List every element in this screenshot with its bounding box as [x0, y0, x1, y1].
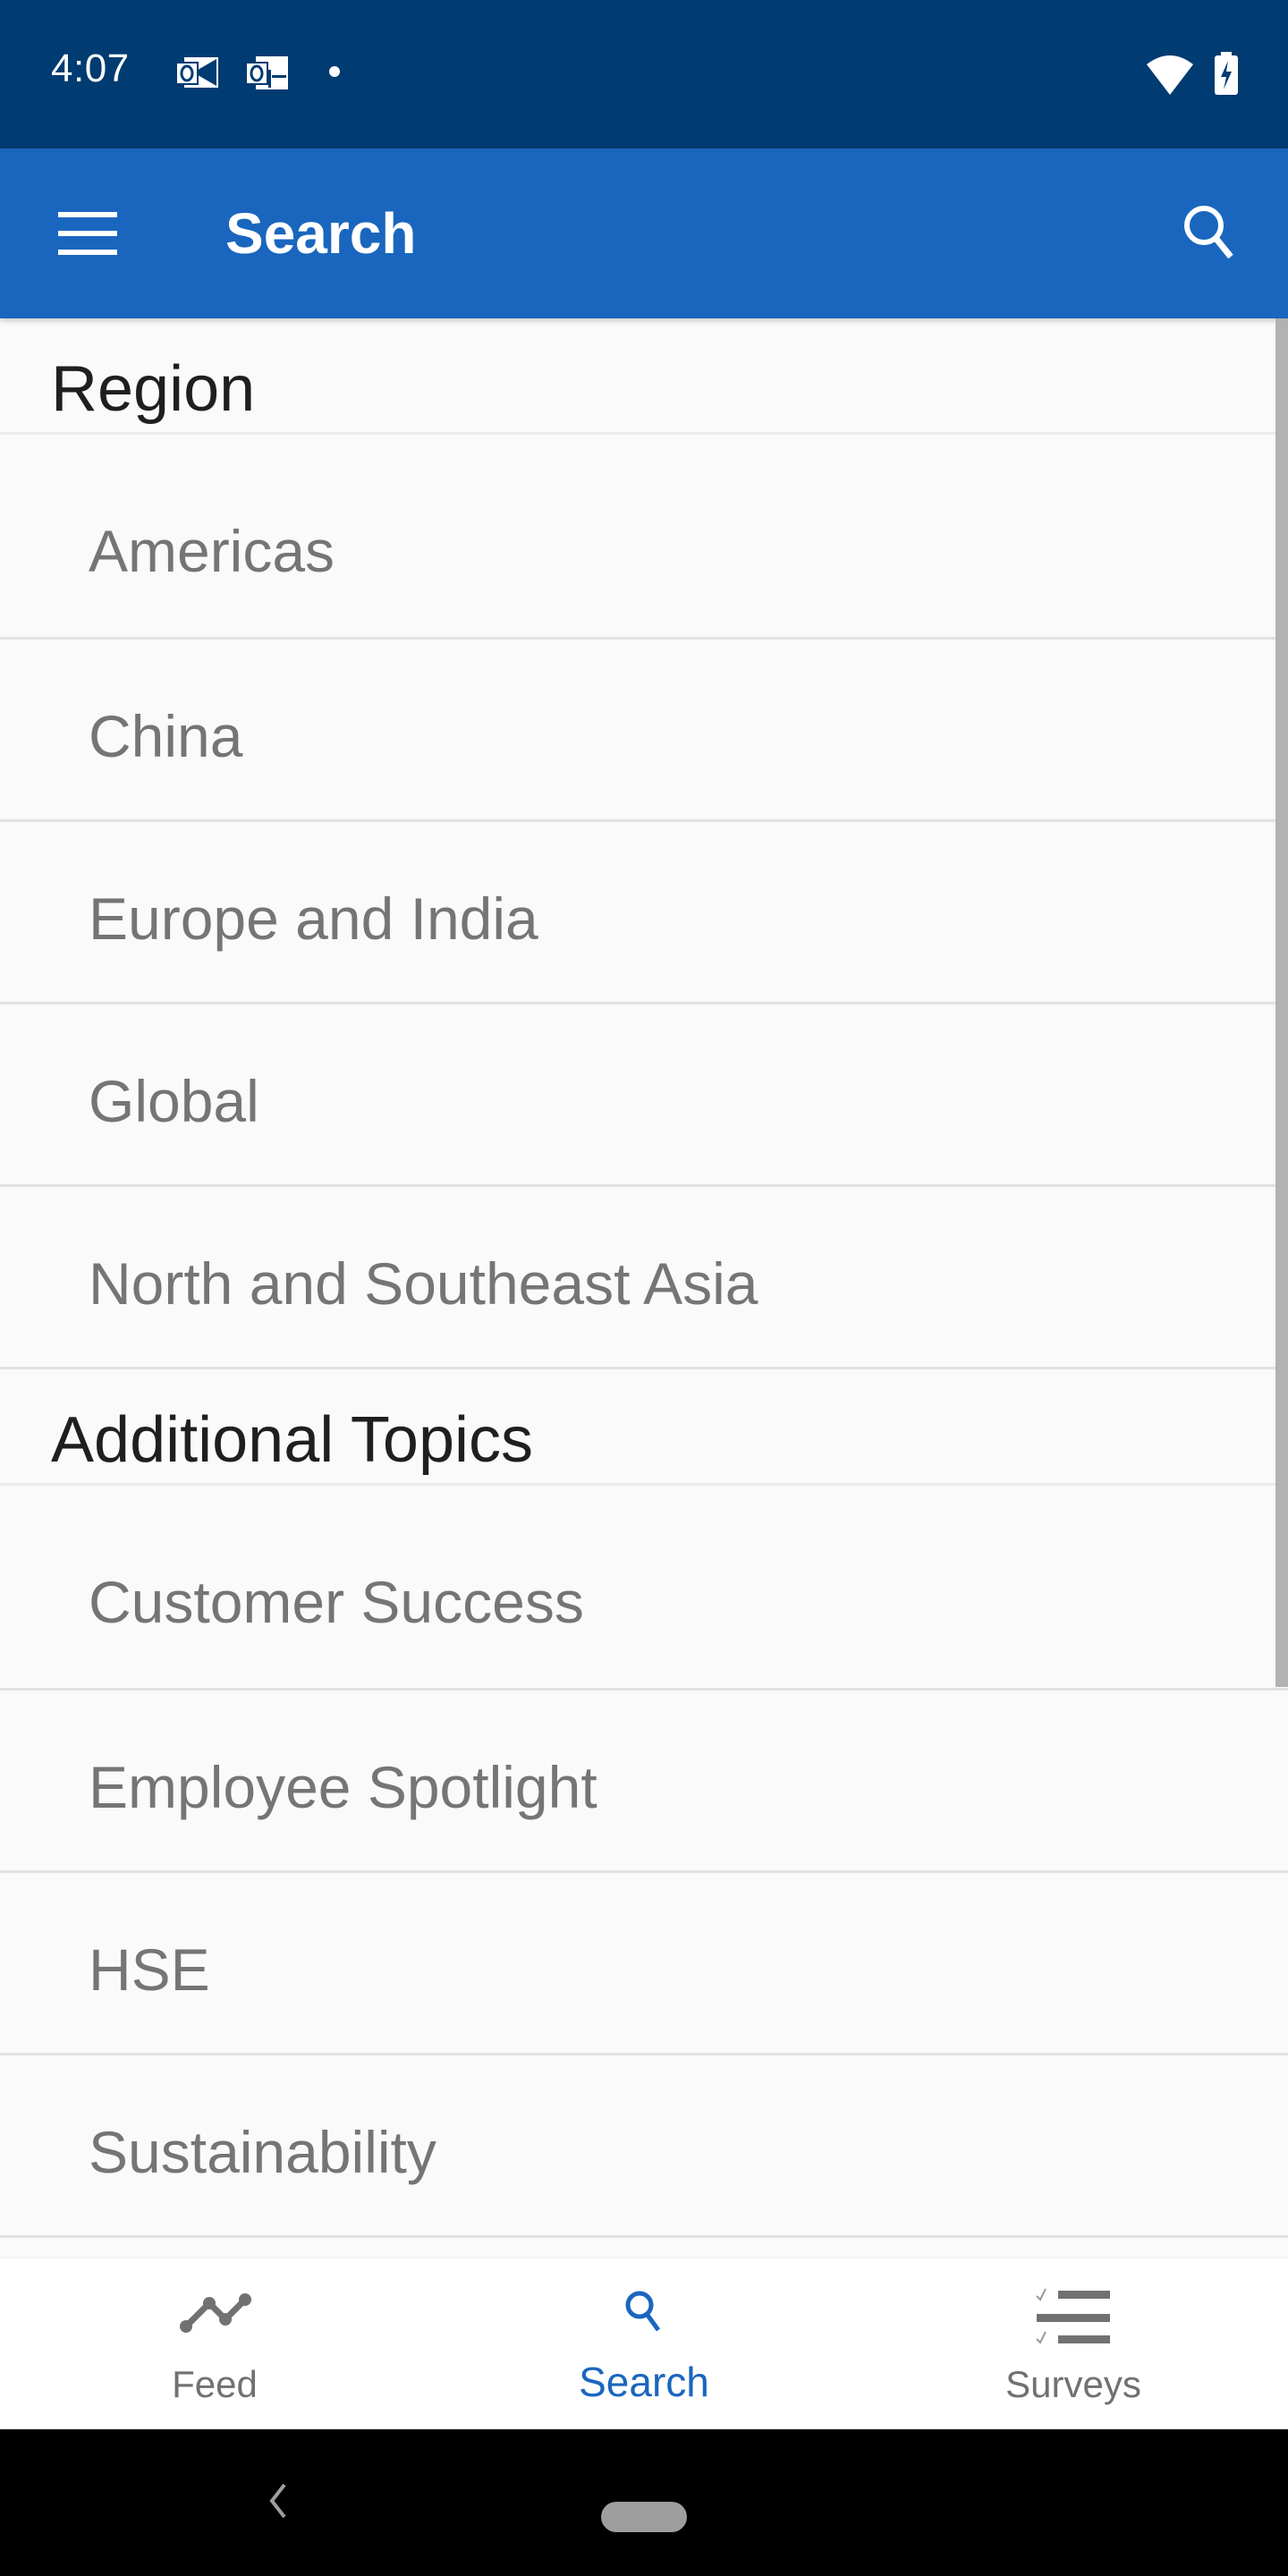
list-item-europe-and-india[interactable]: Europe and India [0, 822, 1288, 1004]
tab-search[interactable]: Search [429, 2258, 859, 2429]
back-chevron-icon [269, 2483, 286, 2519]
outlook-mail-icon [175, 57, 218, 88]
list-item-label: China [89, 703, 243, 769]
search-button[interactable] [1172, 193, 1252, 274]
list-item-label: Americas [89, 518, 335, 584]
list-item-global[interactable]: Global [0, 1004, 1288, 1187]
list-item-sustainability[interactable]: Sustainability [0, 2055, 1288, 2238]
list-item-customer-success[interactable]: Customer Success [0, 1486, 1288, 1690]
wifi-icon [1147, 55, 1193, 95]
bottom-navigation: Feed Search Surveys [0, 2258, 1288, 2429]
list-item-north-and-southeast-asia[interactable]: North and Southeast Asia [0, 1187, 1288, 1369]
status-bar: 4:07 [0, 0, 1288, 148]
section-title: Additional Topics [51, 1404, 534, 1476]
back-button[interactable] [259, 2474, 295, 2528]
tab-surveys[interactable]: Surveys [859, 2258, 1288, 2429]
list-item-americas[interactable]: Americas [0, 435, 1288, 640]
tab-label: Feed [172, 2363, 258, 2405]
tab-feed[interactable]: Feed [0, 2258, 429, 2429]
section-header-region: Region [0, 318, 1288, 435]
page-title: Search [225, 201, 417, 266]
app-bar: Search [0, 148, 1288, 318]
list-item-label: Global [89, 1068, 259, 1134]
list-item-employee-spotlight[interactable]: Employee Spotlight [0, 1690, 1288, 1873]
section-header-additional-topics: Additional Topics [0, 1369, 1288, 1486]
list-item-china[interactable]: China [0, 640, 1288, 822]
tab-label: Surveys [1005, 2363, 1141, 2405]
list-item-label: Customer Success [89, 1569, 584, 1635]
notification-dot-icon [329, 66, 340, 77]
menu-button[interactable] [43, 193, 132, 274]
list-item-label: Europe and India [89, 886, 538, 952]
search-icon [625, 2291, 661, 2332]
list-item-label: Sustainability [89, 2119, 436, 2185]
outlook-calendar-icon [245, 56, 288, 89]
search-icon [1184, 206, 1233, 259]
list-item-hse[interactable]: HSE [0, 1873, 1288, 2055]
trend-line-icon [180, 2293, 251, 2333]
list-item-label: North and Southeast Asia [89, 1250, 758, 1317]
battery-charging-icon [1215, 52, 1238, 95]
system-navigation-bar [0, 2429, 1288, 2576]
scrollbar[interactable] [1275, 318, 1288, 1687]
checklist-icon [1036, 2288, 1110, 2344]
section-title: Region [51, 353, 256, 425]
status-time: 4:07 [51, 47, 130, 90]
topic-list: Region Americas China Europe and India G… [0, 318, 1288, 2258]
home-button[interactable] [601, 2502, 687, 2532]
tab-label: Search [579, 2359, 709, 2405]
list-item-label: Employee Spotlight [89, 1754, 597, 1820]
list-item-label: HSE [89, 1936, 210, 2003]
